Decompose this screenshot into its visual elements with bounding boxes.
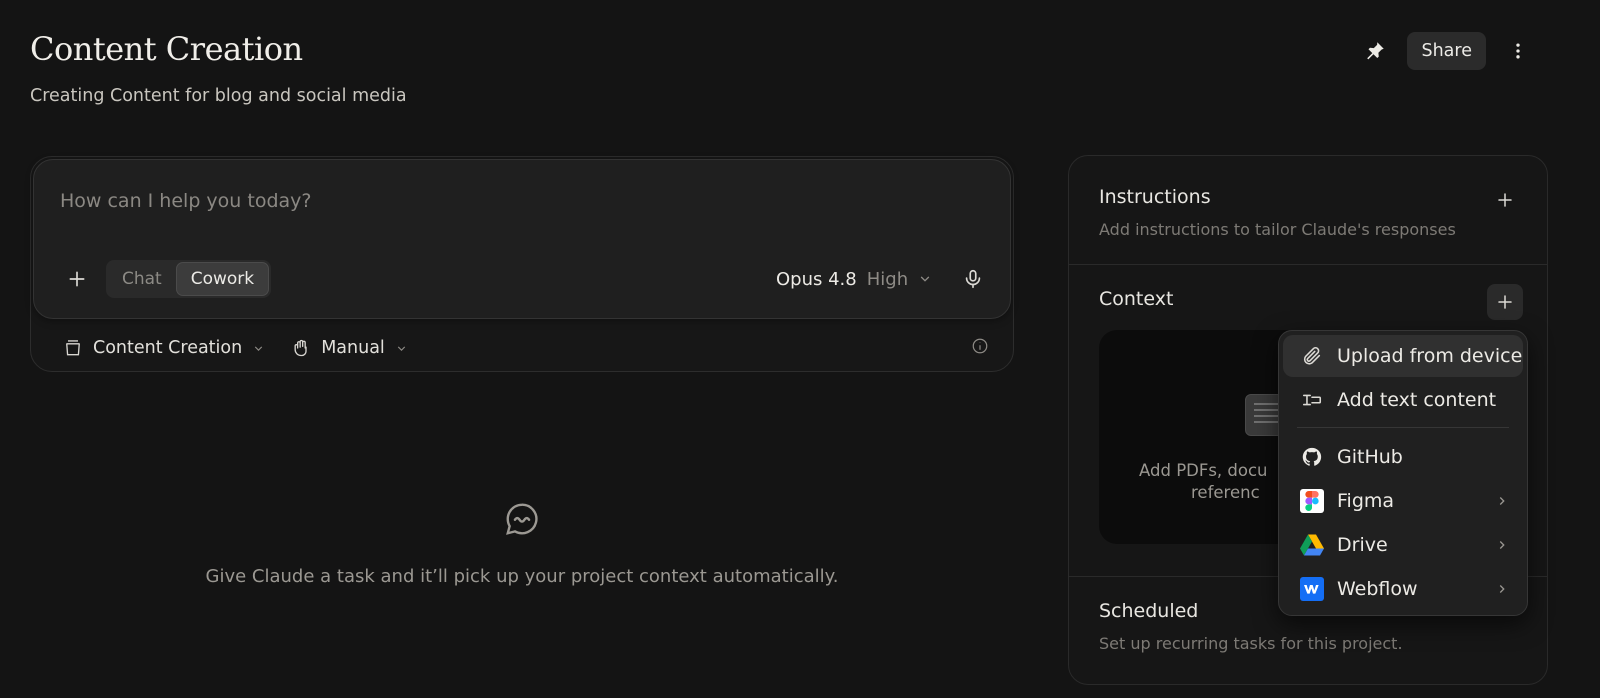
composer-container: How can I help you today? Chat Cowork Op…: [30, 156, 1014, 372]
chevron-right-icon: [1499, 585, 1505, 593]
page-title: Content Creation: [30, 30, 303, 68]
menu-item-label: Webflow: [1337, 578, 1418, 600]
voice-input-button[interactable]: [958, 264, 988, 294]
header-actions: Share: [1357, 32, 1536, 70]
menu-item-label: GitHub: [1337, 446, 1403, 468]
plus-icon: [1498, 193, 1512, 207]
add-context-button[interactable]: [1487, 284, 1523, 320]
add-context-menu: Upload from device Add text content GitH…: [1278, 330, 1528, 616]
menu-divider: [1297, 427, 1509, 428]
chevron-down-icon: [255, 345, 263, 351]
webflow-icon: [1299, 576, 1325, 602]
more-options-button[interactable]: [1500, 33, 1536, 69]
context-title: Context: [1099, 288, 1174, 310]
chat-bubble-icon: [503, 500, 541, 542]
hand-icon: [294, 339, 307, 357]
composer: How can I help you today? Chat Cowork Op…: [33, 159, 1011, 319]
menu-item-label: Upload from device: [1337, 345, 1523, 367]
info-icon: [972, 338, 988, 354]
approval-mode-selector[interactable]: Manual: [291, 338, 408, 358]
text-cursor-icon: [1299, 387, 1325, 413]
add-attachment-button[interactable]: [62, 264, 92, 294]
message-input[interactable]: How can I help you today?: [60, 190, 311, 212]
model-effort: High: [866, 268, 909, 290]
project-selector[interactable]: Content Creation: [63, 338, 265, 358]
chevron-right-icon: [1499, 541, 1505, 549]
menu-item-upload[interactable]: Upload from device: [1283, 335, 1523, 377]
page-subtitle: Creating Content for blog and social med…: [30, 86, 407, 106]
github-icon: [1299, 444, 1325, 470]
chevron-right-icon: [1499, 497, 1505, 505]
share-button[interactable]: Share: [1407, 32, 1486, 70]
composer-footer: Content Creation Manual: [63, 333, 989, 363]
pin-icon: [1367, 42, 1385, 60]
archive-icon: [66, 340, 80, 356]
microphone-icon: [965, 269, 981, 289]
pin-button[interactable]: [1357, 33, 1393, 69]
plus-icon: [1498, 295, 1512, 309]
mode-cowork[interactable]: Cowork: [175, 262, 270, 296]
menu-item-label: Figma: [1337, 490, 1395, 512]
paperclip-icon: [1299, 343, 1325, 369]
instructions-title: Instructions: [1099, 186, 1211, 208]
more-vertical-icon: [1516, 43, 1520, 59]
mode-chat[interactable]: Chat: [108, 262, 176, 296]
menu-item-label: Drive: [1337, 534, 1388, 556]
instructions-description: Add instructions to tailor Claude's resp…: [1099, 220, 1456, 239]
empty-state-text: Give Claude a task and it’ll pick up you…: [205, 566, 839, 587]
menu-item-figma[interactable]: Figma: [1283, 480, 1523, 522]
menu-item-webflow[interactable]: Webflow: [1283, 568, 1523, 610]
chevron-down-icon: [920, 276, 930, 282]
add-instructions-button[interactable]: [1487, 182, 1523, 218]
menu-item-drive[interactable]: Drive: [1283, 524, 1523, 566]
scheduled-description: Set up recurring tasks for this project.: [1099, 634, 1403, 653]
menu-item-github[interactable]: GitHub: [1283, 436, 1523, 478]
mode-toggle: Chat Cowork: [106, 260, 272, 298]
chevron-down-icon: [397, 345, 405, 351]
model-selector[interactable]: Opus 4.8 High: [776, 264, 932, 294]
instructions-section: Instructions Add instructions to tailor …: [1069, 156, 1547, 264]
scheduled-title: Scheduled: [1099, 600, 1199, 622]
figma-icon: [1299, 488, 1325, 514]
menu-item-add-text[interactable]: Add text content: [1283, 379, 1523, 421]
info-button[interactable]: [971, 337, 989, 359]
project-name: Content Creation: [93, 338, 243, 358]
plus-icon: [69, 271, 85, 287]
model-name: Opus 4.8: [776, 268, 857, 290]
drive-icon: [1299, 532, 1325, 558]
approval-mode-label: Manual: [321, 338, 385, 358]
menu-item-label: Add text content: [1337, 389, 1497, 411]
empty-state: Give Claude a task and it’ll pick up you…: [30, 500, 1014, 587]
